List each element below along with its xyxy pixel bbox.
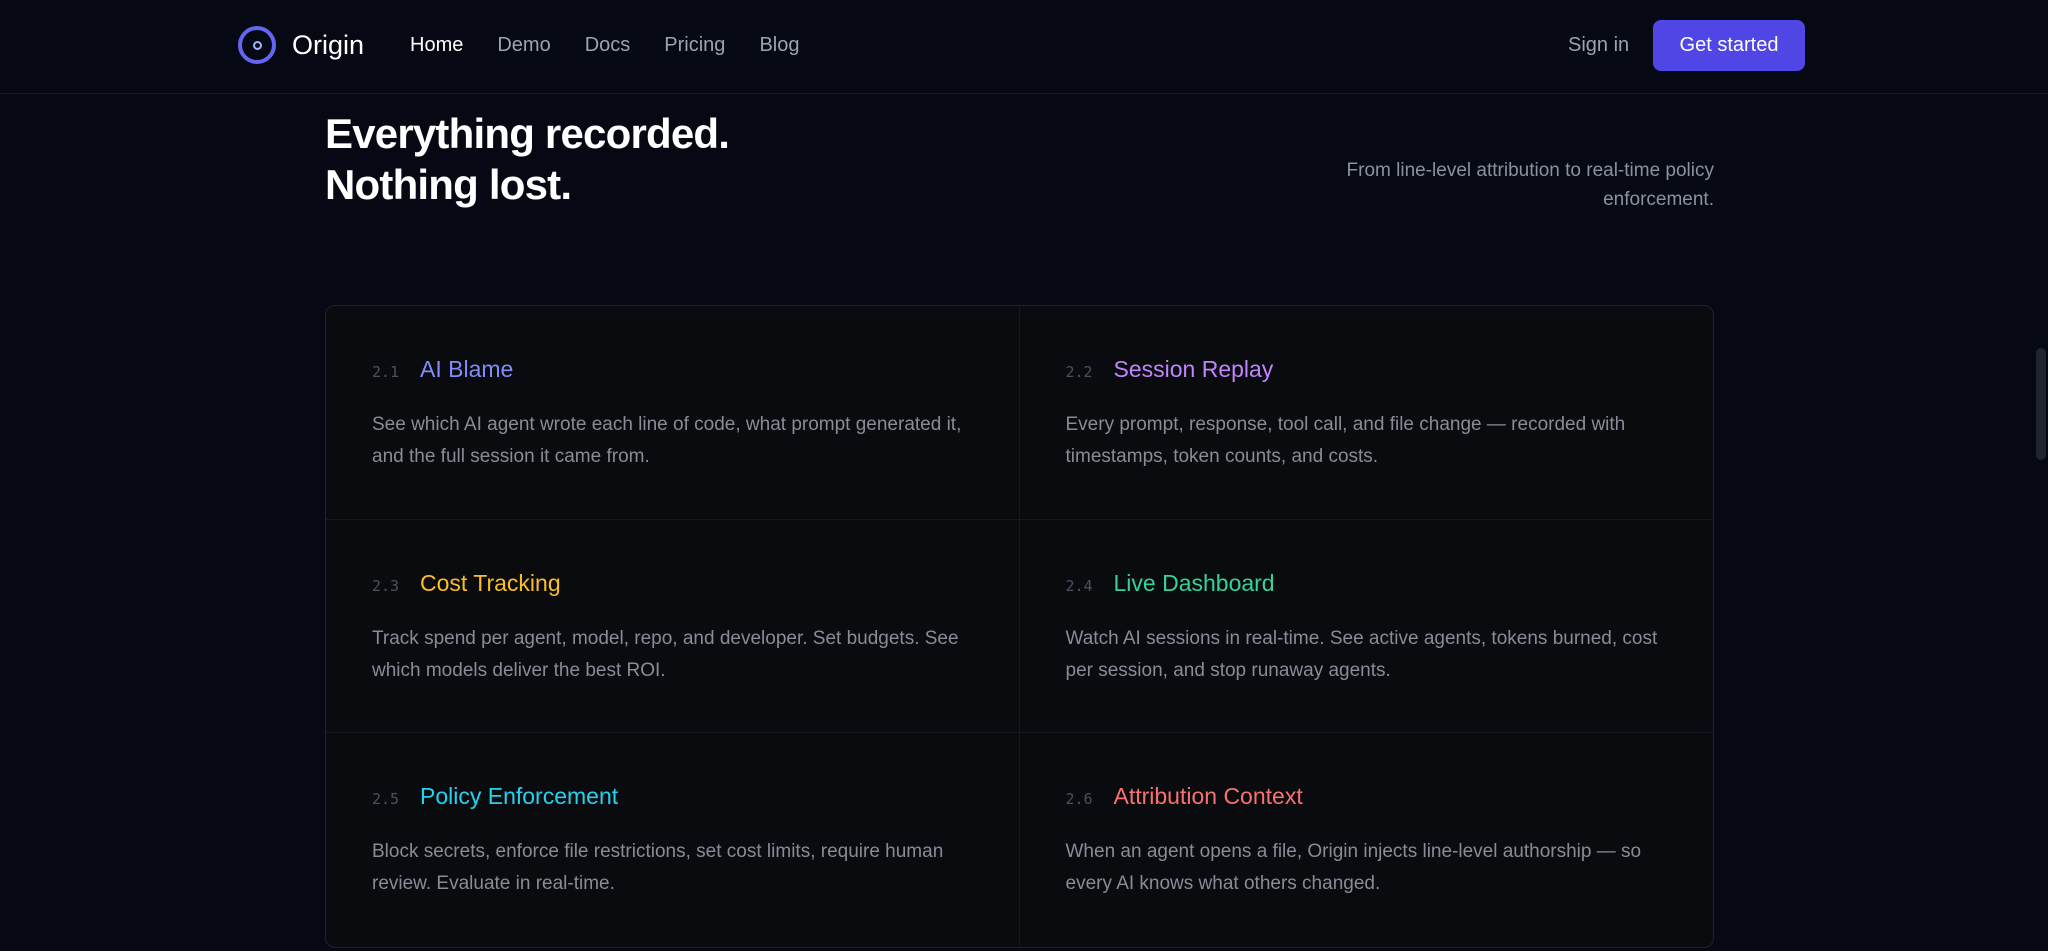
feature-number: 2.6 [1065, 790, 1093, 809]
feature-number: 2.3 [372, 576, 400, 595]
section-title: Everything recorded. Nothing lost. [325, 108, 730, 210]
section-title-line-2: Nothing lost. [325, 161, 572, 208]
nav-link-blog[interactable]: Blog [759, 30, 799, 60]
feature-title: Cost Tracking [420, 569, 561, 596]
feature-description: When an agent opens a file, Origin injec… [1065, 841, 1642, 895]
features-grid: 2.1 AI Blame See which AI agent wrote ea… [325, 305, 1714, 948]
feature-card-attribution-context: 2.6 Attribution Context When an agent op… [1020, 733, 1714, 947]
nav-links: Home Demo Docs Pricing Blog [410, 30, 833, 60]
feature-title: Session Replay [1113, 356, 1274, 382]
section-subtitle: From line-level attribution to real-time… [1346, 160, 1714, 210]
nav-link-home[interactable]: Home [410, 30, 463, 60]
feature-number: 2.4 [1065, 576, 1093, 595]
brand-logo-link[interactable]: Origin [238, 26, 364, 64]
feature-card-cost-tracking: 2.3 Cost Tracking Track spend per agent,… [326, 519, 1020, 734]
brand-name: Origin [292, 29, 365, 60]
feature-number: 2.5 [372, 790, 400, 809]
feature-description: Track spend per agent, model, repo, and … [372, 627, 959, 681]
feature-title: Attribution Context [1113, 783, 1303, 810]
feature-description: See which AI agent wrote each line of co… [372, 414, 962, 467]
feature-description: Watch AI sessions in real-time. See acti… [1065, 627, 1658, 681]
feature-card-policy-enforcement: 2.5 Policy Enforcement Block secrets, en… [326, 733, 1020, 947]
origin-logo-icon [238, 26, 276, 64]
feature-title: Live Dashboard [1113, 569, 1275, 596]
nav-link-docs[interactable]: Docs [585, 30, 631, 60]
feature-card-live-dashboard: 2.4 Live Dashboard Watch AI sessions in … [1019, 520, 1713, 734]
section-title-line-1: Everything recorded. [325, 110, 730, 157]
feature-number: 2.2 [1065, 363, 1093, 381]
feature-description: Every prompt, response, tool call, and f… [1065, 414, 1626, 467]
feature-number: 2.1 [372, 363, 400, 381]
feature-title: Policy Enforcement [420, 783, 619, 810]
top-nav: Origin Home Demo Docs Pricing Blog Sign … [0, 0, 2048, 94]
get-started-button[interactable]: Get started [1653, 20, 1805, 71]
feature-card-ai-blame: 2.1 AI Blame See which AI agent wrote ea… [326, 306, 1020, 520]
page-scrollbar[interactable] [2036, 348, 2046, 460]
sign-in-link[interactable]: Sign in [1568, 30, 1629, 60]
feature-card-session-replay: 2.2 Session Replay Every prompt, respons… [1019, 306, 1713, 520]
feature-title: AI Blame [420, 356, 514, 382]
nav-link-pricing[interactable]: Pricing [664, 30, 725, 60]
nav-link-demo[interactable]: Demo [497, 30, 550, 60]
feature-description: Block secrets, enforce file restrictions… [372, 841, 944, 895]
